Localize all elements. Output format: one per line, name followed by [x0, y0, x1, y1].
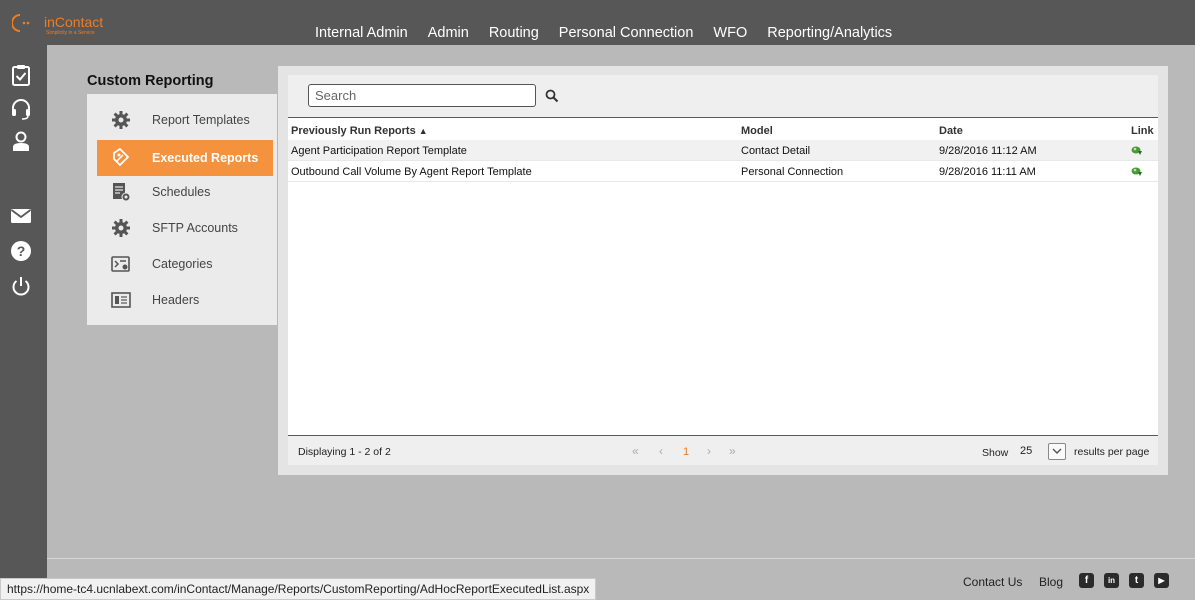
blog-link[interactable]: Blog	[1039, 575, 1063, 589]
left-rail: ?	[0, 45, 47, 600]
mail-icon[interactable]	[10, 205, 32, 227]
sidebar-item-label: SFTP Accounts	[152, 221, 238, 235]
youtube-icon[interactable]: ▶	[1154, 573, 1169, 588]
main-nav: Internal Admin Admin Routing Personal Co…	[305, 25, 902, 41]
download-link-icon[interactable]	[1131, 145, 1143, 156]
report-name-cell: Outbound Call Volume By Agent Report Tem…	[291, 166, 532, 178]
per-page-suffix: results per page	[1074, 446, 1150, 458]
clipboard-check-icon[interactable]	[10, 64, 32, 86]
executed-reports-panel: Previously Run Reports ▲ Model Date Link…	[278, 66, 1168, 475]
sort-ascending-icon: ▲	[418, 126, 428, 136]
sidebar-item-sftp-accounts[interactable]: SFTP Accounts	[97, 210, 273, 246]
categories-icon	[111, 256, 130, 272]
table-row[interactable]: Agent Participation Report Template Cont…	[288, 140, 1158, 161]
prev-page-button[interactable]: ‹	[659, 444, 663, 458]
column-header-label: Previously Run Reports	[291, 125, 416, 137]
headset-icon[interactable]	[10, 98, 32, 120]
nav-wfo[interactable]: WFO	[703, 25, 757, 41]
per-page-select[interactable]	[1048, 443, 1066, 460]
twitter-icon[interactable]: t	[1129, 573, 1144, 588]
schedule-icon	[113, 183, 131, 202]
nav-internal-admin[interactable]: Internal Admin	[305, 25, 418, 41]
gear-icon	[112, 219, 130, 237]
search-icon[interactable]	[545, 89, 559, 103]
sidebar-item-headers[interactable]: Headers	[97, 282, 273, 318]
next-page-button[interactable]: ›	[707, 444, 711, 458]
column-header-date[interactable]: Date	[939, 125, 963, 137]
model-cell: Personal Connection	[741, 166, 844, 178]
chevron-down-icon	[1052, 448, 1062, 454]
gear-icon	[112, 111, 130, 129]
table-row[interactable]: Outbound Call Volume By Agent Report Tem…	[288, 161, 1158, 182]
sidebar-item-label: Executed Reports	[152, 151, 259, 165]
nav-admin[interactable]: Admin	[418, 25, 479, 41]
sidebar-item-label: Headers	[152, 293, 200, 307]
svg-text:?: ?	[17, 243, 26, 259]
first-page-button[interactable]: «	[632, 444, 639, 458]
report-name-cell: Agent Participation Report Template	[291, 145, 467, 157]
power-icon[interactable]	[10, 275, 32, 297]
linkedin-icon[interactable]: in	[1104, 573, 1119, 588]
download-link-icon[interactable]	[1131, 166, 1143, 177]
date-cell: 9/28/2016 11:11 AM	[939, 166, 1036, 178]
agent-icon[interactable]	[10, 130, 32, 152]
sidebar-item-label: Report Templates	[152, 113, 250, 127]
search-bar	[288, 75, 1158, 118]
top-bar: inContact Simplicity in a Service Intern…	[0, 0, 1195, 45]
executed-reports-icon	[113, 148, 130, 167]
sidebar-item-categories[interactable]: Categories	[97, 246, 273, 282]
current-page[interactable]: 1	[683, 446, 689, 458]
logo-tagline: Simplicity in a Service	[46, 30, 95, 36]
logo-brand: inContact	[44, 14, 104, 30]
sidebar-item-executed-reports[interactable]: Executed Reports	[97, 140, 273, 176]
facebook-icon[interactable]: f	[1079, 573, 1094, 588]
column-header-link: Link	[1131, 125, 1154, 137]
help-icon[interactable]: ?	[10, 240, 32, 262]
page-title: Custom Reporting	[87, 73, 214, 89]
sidebar-item-schedules[interactable]: Schedules	[97, 174, 273, 210]
nav-reporting-analytics[interactable]: Reporting/Analytics	[757, 25, 902, 41]
search-input[interactable]	[308, 84, 536, 107]
per-page-value: 25	[1020, 445, 1033, 457]
logo-mark-icon	[12, 14, 30, 32]
nav-routing[interactable]: Routing	[479, 25, 549, 41]
reports-grid: Previously Run Reports ▲ Model Date Link…	[288, 75, 1158, 465]
sidebar-item-report-templates[interactable]: Report Templates	[97, 102, 273, 138]
show-label: Show	[982, 447, 1009, 459]
nav-personal-connection[interactable]: Personal Connection	[549, 25, 704, 41]
model-cell: Contact Detail	[741, 145, 811, 157]
date-cell: 9/28/2016 11:12 AM	[939, 145, 1037, 157]
column-header-model[interactable]: Model	[741, 125, 773, 137]
last-page-button[interactable]: »	[729, 444, 736, 458]
displaying-count: Displaying 1 - 2 of 2	[298, 446, 391, 458]
pagination-bar: Displaying 1 - 2 of 2 « ‹ 1 › » Show 25 …	[288, 435, 1158, 465]
headers-icon	[111, 292, 131, 308]
status-bar-url: https://home-tc4.ucnlabext.com/inContact…	[0, 578, 597, 600]
column-header-report[interactable]: Previously Run Reports ▲	[291, 125, 428, 137]
contact-us-link[interactable]: Contact Us	[963, 575, 1022, 589]
sidebar-item-label: Categories	[152, 257, 213, 271]
sidebar-menu: Report Templates Executed Reports Schedu…	[87, 94, 277, 325]
sidebar-item-label: Schedules	[152, 185, 211, 199]
